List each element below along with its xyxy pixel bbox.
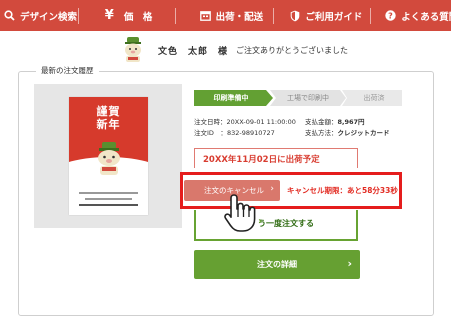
order-date: 注文日時：20XX-09-01 11:00:00 bbox=[194, 116, 296, 126]
card-text-line bbox=[79, 204, 138, 206]
user-greeting: 文色 太郎 様 ご注文ありがとうございました bbox=[120, 36, 348, 64]
chevron-right-icon: › bbox=[270, 184, 274, 194]
order-id-value: 832-98910727 bbox=[226, 129, 275, 137]
order-details-label: 注文の詳細 bbox=[257, 260, 297, 269]
order-history-title: 最新の注文履歴 bbox=[36, 65, 99, 76]
nav-label: よくある質問 bbox=[401, 11, 451, 23]
chevron-right-icon: › bbox=[347, 257, 352, 270]
nav-design-search[interactable]: デザイン検索 bbox=[0, 0, 78, 31]
card-greeting: 謹賀 新年 bbox=[69, 105, 148, 131]
new-year-card-preview[interactable]: 謹賀 新年 bbox=[69, 97, 148, 215]
thanks-message: ご注文ありがとうございました bbox=[236, 45, 349, 55]
order-date-value: 20XX-09-01 11:00:00 bbox=[226, 118, 296, 126]
search-icon bbox=[4, 10, 15, 21]
shield-icon bbox=[290, 10, 300, 22]
order-id: 注文ID ：832-98910727 bbox=[194, 127, 275, 137]
nav-label: デザイン検索 bbox=[20, 11, 78, 23]
order-details-button[interactable]: 注文の詳細 › bbox=[194, 250, 360, 279]
shipping-notice: 20XX年11月02日に出荷予定 bbox=[194, 148, 358, 168]
payment-amount: 支払金額：8,967円 bbox=[305, 116, 365, 126]
top-nav: デザイン検索 ¥ 価 格 出荷・配送 ご利用ガイド ? よくある質問 bbox=[0, 0, 451, 31]
reorder-button[interactable]: う一度注文する › bbox=[194, 210, 358, 241]
svg-text:?: ? bbox=[388, 11, 393, 20]
nav-label: 出荷・配送 bbox=[215, 11, 264, 23]
order-progress: 印刷準備中 工場で印刷中 出荷済 bbox=[194, 90, 402, 106]
nav-faq[interactable]: ? よくある質問 bbox=[371, 0, 451, 31]
nav-price[interactable]: ¥ 価 格 bbox=[79, 0, 175, 31]
question-icon: ? bbox=[385, 10, 396, 21]
payment-method-label: 支払方法： bbox=[305, 129, 338, 137]
yen-icon: ¥ bbox=[104, 8, 114, 23]
card-text-line bbox=[85, 198, 132, 200]
step-printing-prep: 印刷準備中 bbox=[213, 94, 249, 102]
hand-pointer-icon bbox=[224, 194, 256, 232]
user-name: 文色 太郎 様 bbox=[158, 46, 229, 57]
step-printing: 工場で印刷中 bbox=[287, 94, 329, 102]
mascot-illustration bbox=[98, 142, 120, 175]
nav-guide[interactable]: ご利用ガイド bbox=[274, 0, 370, 31]
payment-amount-value: 8,967円 bbox=[337, 118, 365, 126]
nav-label: ご利用ガイド bbox=[305, 11, 363, 23]
card-greeting-line2: 新年 bbox=[96, 118, 121, 131]
order-id-label: 注文ID ： bbox=[194, 129, 227, 137]
nav-label: 価 格 bbox=[123, 11, 153, 23]
step-shipped: 出荷済 bbox=[363, 94, 385, 102]
cancel-deadline: キャンセル期限：あと58分33秒 bbox=[287, 186, 398, 195]
payment-method: 支払方法：クレジットカード bbox=[305, 127, 390, 137]
card-greeting-line1: 謹賀 bbox=[96, 105, 121, 118]
order-date-label: 注文日時： bbox=[194, 118, 227, 126]
calendar-icon bbox=[199, 10, 211, 21]
nav-shipping[interactable]: 出荷・配送 bbox=[176, 0, 274, 31]
payment-amount-label: 支払金額： bbox=[305, 118, 338, 126]
shipping-date-text: 20XX年11月02日に出荷予定 bbox=[203, 155, 320, 165]
chevron-right-icon: › bbox=[258, 216, 263, 227]
payment-method-value: クレジットカード bbox=[337, 129, 390, 137]
mascot-avatar bbox=[125, 37, 141, 62]
card-text-line bbox=[79, 192, 138, 194]
